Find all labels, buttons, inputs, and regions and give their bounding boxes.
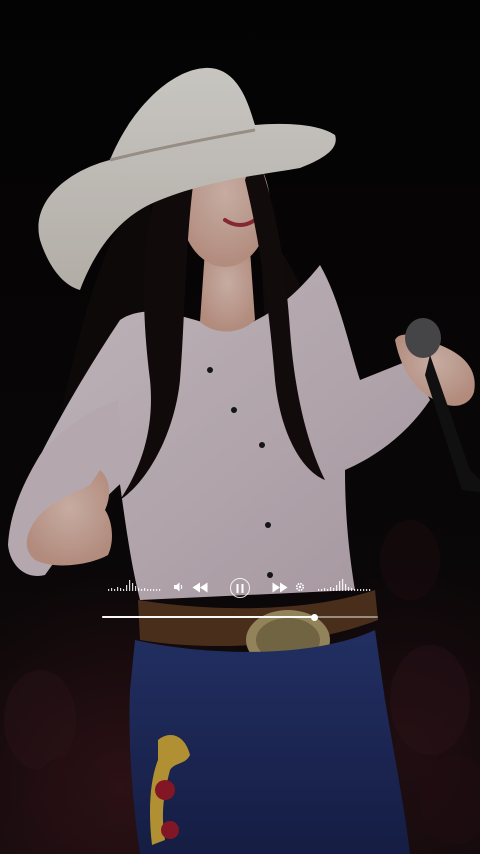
equalizer-left-icon: [108, 576, 162, 592]
rewind-icon[interactable]: [190, 580, 210, 594]
performer-photo: [0, 0, 480, 854]
progress-fill: [102, 616, 315, 618]
pause-icon[interactable]: [230, 578, 250, 598]
progress-track[interactable]: [102, 613, 378, 621]
equalizer-right-icon: [318, 576, 372, 592]
volume-icon[interactable]: [172, 580, 186, 594]
video-frame[interactable]: [0, 0, 480, 854]
media-player-controls[interactable]: [0, 570, 480, 630]
settings-icon[interactable]: [294, 581, 306, 593]
progress-thumb[interactable]: [311, 613, 319, 621]
fast-forward-icon[interactable]: [270, 580, 290, 594]
